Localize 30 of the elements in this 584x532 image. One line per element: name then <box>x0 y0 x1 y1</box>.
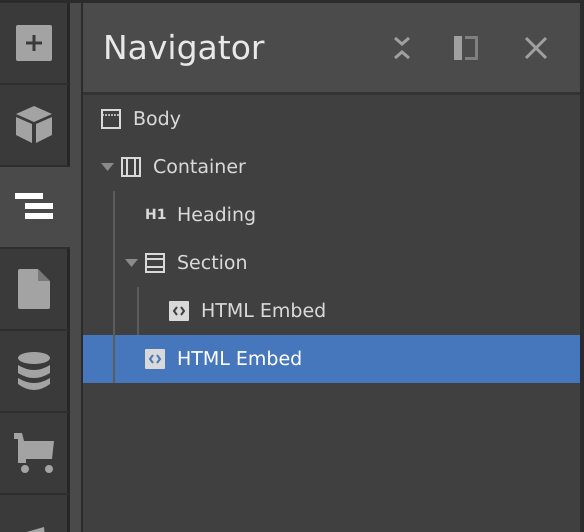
code-icon <box>169 301 189 321</box>
sidebar-tab[interactable] <box>0 413 70 495</box>
sidebar-tab[interactable] <box>0 3 70 85</box>
sidebar-tab[interactable] <box>0 85 70 167</box>
collapse-icon <box>393 36 411 60</box>
tree-item[interactable]: Body <box>83 95 580 143</box>
window-icon <box>101 109 121 129</box>
close-icon <box>524 36 548 60</box>
panel-title: Navigator <box>103 26 266 69</box>
heading-icon: H1 <box>145 204 165 226</box>
add-icon <box>16 25 52 61</box>
cart-icon <box>14 433 54 473</box>
page-icon <box>18 269 50 309</box>
caret-icon[interactable] <box>101 163 114 171</box>
sidebar-tab[interactable] <box>0 249 70 331</box>
container-icon <box>121 157 141 177</box>
section-icon <box>145 253 165 273</box>
tree-item[interactable]: Container <box>83 143 580 191</box>
dock-icon <box>454 36 478 60</box>
caret-icon[interactable] <box>125 259 138 267</box>
tree-item[interactable]: HTML Embed <box>83 287 580 335</box>
sidebar-tab[interactable] <box>0 167 70 249</box>
navigator-icon <box>15 193 55 221</box>
cube-icon <box>14 105 52 145</box>
code-icon <box>145 349 165 369</box>
tree-item[interactable]: HTML Embed <box>83 335 580 383</box>
database-icon <box>16 351 50 391</box>
sidebar-tab[interactable] <box>0 331 70 413</box>
tree-item[interactable]: H1 Heading <box>83 191 580 239</box>
tree-item[interactable]: Section <box>83 239 580 287</box>
